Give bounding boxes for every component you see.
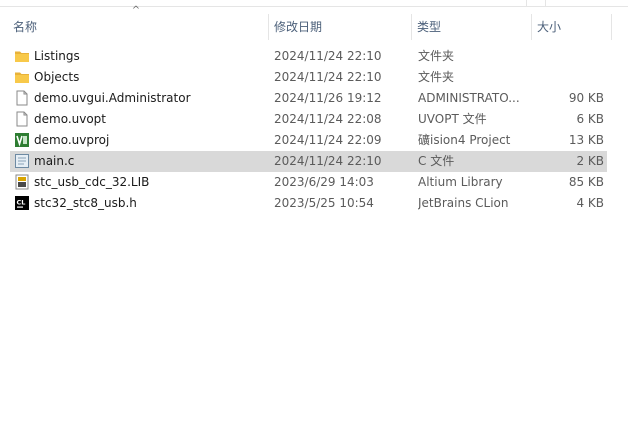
- library-file-icon: [14, 174, 30, 190]
- file-type: Altium Library: [418, 175, 503, 189]
- file-name: Objects: [34, 70, 80, 84]
- column-header-size[interactable]: 大小: [532, 14, 611, 40]
- file-size: 4 KB: [576, 196, 604, 210]
- file-row[interactable]: demo.uvgui.Administrator 2024/11/26 19:1…: [0, 88, 628, 109]
- file-name: stc32_stc8_usb.h: [34, 196, 137, 210]
- file-list: Listings 2024/11/24 22:10 文件夹 Objects 20…: [0, 46, 628, 214]
- file-size: 2 KB: [576, 154, 604, 168]
- column-header-bar: ^ 名称 修改日期 类型 大小: [0, 0, 628, 40]
- file-row[interactable]: CL stc32_stc8_usb.h 2023/5/25 10:54 JetB…: [0, 193, 628, 214]
- file-name: main.c: [34, 154, 75, 168]
- file-row[interactable]: main.c 2024/11/24 22:10 C 文件 2 KB: [0, 151, 628, 172]
- file-name: demo.uvgui.Administrator: [34, 91, 191, 105]
- file-row[interactable]: stc_usb_cdc_32.LIB 2023/6/29 14:03 Altiu…: [0, 172, 628, 193]
- file-name: demo.uvproj: [34, 133, 110, 147]
- file-size: 6 KB: [576, 112, 604, 126]
- file-type: 文件夹: [418, 49, 455, 63]
- file-modified-date: 2024/11/24 22:08: [274, 112, 382, 126]
- file-modified-date: 2024/11/26 19:12: [274, 91, 382, 105]
- column-header-name[interactable]: 名称: [8, 14, 268, 40]
- top-divider: [0, 0, 628, 7]
- clion-file-icon: CL: [14, 195, 30, 211]
- file-row[interactable]: Listings 2024/11/24 22:10 文件夹: [0, 46, 628, 67]
- file-size: [538, 67, 604, 88]
- file-modified-date: 2024/11/24 22:10: [274, 70, 382, 84]
- file-modified-date: 2024/11/24 22:09: [274, 133, 382, 147]
- file-size: 13 KB: [568, 133, 604, 147]
- column-resize-handle-size[interactable]: [611, 14, 612, 40]
- blank-file-icon: [14, 111, 30, 127]
- column-header-date[interactable]: 修改日期: [269, 14, 411, 40]
- file-explorer-list-view: ^ 名称 修改日期 类型 大小 Listings 2024/11/24 22:1…: [0, 0, 628, 447]
- file-modified-date: 2024/11/24 22:10: [274, 154, 382, 168]
- c-source-file-icon: [14, 153, 30, 169]
- file-modified-date: 2024/11/24 22:10: [274, 49, 382, 63]
- file-type: ADMINISTRATO...: [418, 91, 520, 105]
- file-size: 85 KB: [568, 175, 604, 189]
- file-type: JetBrains CLion: [418, 196, 509, 210]
- file-name: stc_usb_cdc_32.LIB: [34, 175, 150, 189]
- file-modified-date: 2023/5/25 10:54: [274, 196, 374, 210]
- file-name: demo.uvopt: [34, 112, 107, 126]
- file-size: [538, 46, 604, 67]
- column-header-type[interactable]: 类型: [412, 14, 531, 40]
- header-scroll-gap: [526, 0, 546, 6]
- file-row[interactable]: demo.uvopt 2024/11/24 22:08 UVOPT 文件 6 K…: [0, 109, 628, 130]
- file-name: Listings: [34, 49, 80, 63]
- file-type: 礦ision4 Project: [418, 133, 511, 147]
- svg-text:CL: CL: [17, 199, 26, 207]
- blank-file-icon: [14, 90, 30, 106]
- file-row[interactable]: demo.uvproj 2024/11/24 22:09 礦ision4 Pro…: [0, 130, 628, 151]
- uvision-project-icon: [14, 132, 30, 148]
- file-size: 90 KB: [568, 91, 604, 105]
- folder-icon: [14, 48, 30, 64]
- file-type: 文件夹: [418, 70, 455, 84]
- file-type: C 文件: [418, 154, 455, 168]
- folder-icon: [14, 69, 30, 85]
- file-row[interactable]: Objects 2024/11/24 22:10 文件夹: [0, 67, 628, 88]
- file-type: UVOPT 文件: [418, 112, 487, 126]
- file-modified-date: 2023/6/29 14:03: [274, 175, 374, 189]
